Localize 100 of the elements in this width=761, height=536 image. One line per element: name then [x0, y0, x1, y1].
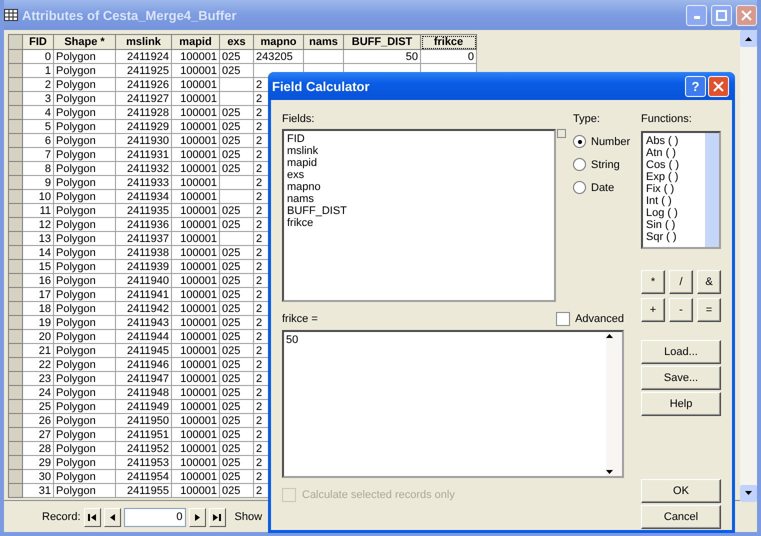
row-selector[interactable] [8, 442, 22, 456]
dialog-button[interactable]: Help [641, 392, 721, 416]
table-cell: Polygon [54, 414, 116, 428]
row-selector[interactable] [8, 162, 22, 176]
row-selector[interactable] [8, 302, 22, 316]
close-button[interactable] [736, 4, 757, 26]
expand-button[interactable] [557, 129, 566, 138]
table-cell: 100001 [172, 316, 220, 330]
table-cell: 2411948 [116, 386, 172, 400]
row-selector[interactable] [8, 246, 22, 260]
expression-field[interactable]: 50 [282, 330, 624, 478]
column-header[interactable]: Shape * [54, 34, 116, 50]
operator-button[interactable]: = [697, 298, 721, 322]
row-selector[interactable] [8, 148, 22, 162]
row-selector[interactable] [8, 316, 22, 330]
row-selector[interactable] [8, 274, 22, 288]
row-selector[interactable] [8, 64, 22, 78]
fields-list[interactable]: FID mslink mapid exs mapno nams BUFF_DIST frikce [282, 129, 556, 302]
functions-list[interactable]: Abs ( ) Atn ( ) Cos ( ) Exp ( ) Fix ( ) Int ( ) Log ( ) Sin ( ) Sqr ( ) [641, 131, 721, 249]
table-cell: 025 [220, 414, 254, 428]
radio-button[interactable] [573, 158, 586, 171]
operator-button[interactable]: - [669, 298, 693, 322]
table-cell: 100001 [172, 218, 220, 232]
list-item[interactable]: Log ( ) [646, 207, 701, 219]
row-selector[interactable] [8, 428, 22, 442]
row-selector[interactable] [8, 106, 22, 120]
checkbox[interactable] [556, 312, 570, 326]
table-cell: Polygon [54, 456, 116, 470]
maximize-button[interactable] [711, 4, 732, 26]
record-field[interactable]: 0 [124, 508, 186, 526]
functions-label: Functions: [641, 113, 693, 125]
dialog-button[interactable]: Save... [641, 366, 721, 390]
table-cell: 025 [220, 204, 254, 218]
row-selector[interactable] [8, 386, 22, 400]
table-cell: 25 [22, 400, 54, 414]
table-cell: Polygon [54, 246, 116, 260]
scrollbar[interactable] [705, 133, 719, 247]
column-header[interactable]: mapid [172, 34, 220, 50]
row-selector[interactable] [8, 400, 22, 414]
column-header[interactable]: nams [304, 34, 344, 50]
list-item[interactable]: Sqr ( ) [646, 231, 701, 243]
row-selector[interactable] [8, 50, 22, 64]
column-header[interactable]: mapno [254, 34, 304, 50]
row-selector[interactable] [8, 344, 22, 358]
list-item[interactable]: Fix ( ) [646, 183, 701, 195]
table-cell: Polygon [54, 372, 116, 386]
scrollbar[interactable] [740, 30, 757, 502]
row-selector[interactable] [8, 134, 22, 148]
radio-button[interactable] [573, 135, 586, 148]
column-header[interactable]: FID [22, 34, 54, 50]
table-cell: 2411946 [116, 358, 172, 372]
list-item[interactable]: Abs ( ) [646, 135, 701, 147]
operator-button[interactable]: / [669, 270, 693, 294]
column-header[interactable]: exs [220, 34, 254, 50]
column-header[interactable]: BUFF_DIST [344, 34, 420, 50]
row-selector[interactable] [8, 78, 22, 92]
table-cell: 9 [22, 176, 54, 190]
row-selector[interactable] [8, 204, 22, 218]
row-selector[interactable] [8, 92, 22, 106]
row-selector[interactable] [8, 232, 22, 246]
cancel-button[interactable]: Cancel [641, 505, 721, 529]
row-selector[interactable] [8, 288, 22, 302]
ok-button[interactable]: OK [641, 479, 721, 503]
maximize-icon [716, 10, 727, 20]
dialog-button[interactable]: Load... [641, 340, 721, 364]
row-selector[interactable] [8, 176, 22, 190]
help-button[interactable]: ? [685, 76, 706, 96]
table-cell: 2411927 [116, 92, 172, 106]
operator-button[interactable]: + [641, 298, 665, 322]
row-selector[interactable] [8, 456, 22, 470]
row-selector[interactable] [8, 190, 22, 204]
table-cell: Polygon [54, 78, 116, 92]
row-selector[interactable] [8, 358, 22, 372]
row-selector[interactable] [8, 218, 22, 232]
row-selector[interactable] [8, 484, 22, 498]
last-record-button[interactable] [208, 508, 226, 526]
row-selector[interactable] [8, 260, 22, 274]
first-record-button[interactable] [84, 508, 101, 526]
table-cell: 2411944 [116, 330, 172, 344]
previous-record-button[interactable] [104, 508, 121, 526]
radio-button[interactable] [573, 181, 586, 194]
operator-button[interactable]: * [641, 270, 665, 294]
list-item[interactable]: Exp ( ) [646, 171, 701, 183]
row-selector[interactable] [8, 372, 22, 386]
next-record-button[interactable] [188, 508, 206, 526]
list-item[interactable]: Int ( ) [646, 195, 701, 207]
table-cell: Polygon [54, 330, 116, 344]
table-cell: Polygon [54, 148, 116, 162]
column-header[interactable]: frikce [420, 34, 476, 50]
row-selector[interactable] [8, 330, 22, 344]
row-selector[interactable] [8, 470, 22, 484]
list-item[interactable]: Sin ( ) [646, 219, 701, 231]
list-item[interactable]: Cos ( ) [646, 159, 701, 171]
column-header[interactable]: mslink [116, 34, 172, 50]
row-selector[interactable] [8, 414, 22, 428]
minimize-button[interactable] [686, 4, 707, 26]
table-cell: 2411942 [116, 302, 172, 316]
row-selector[interactable] [8, 120, 22, 134]
operator-button[interactable]: & [697, 270, 721, 294]
list-item[interactable]: Atn ( ) [646, 147, 701, 159]
